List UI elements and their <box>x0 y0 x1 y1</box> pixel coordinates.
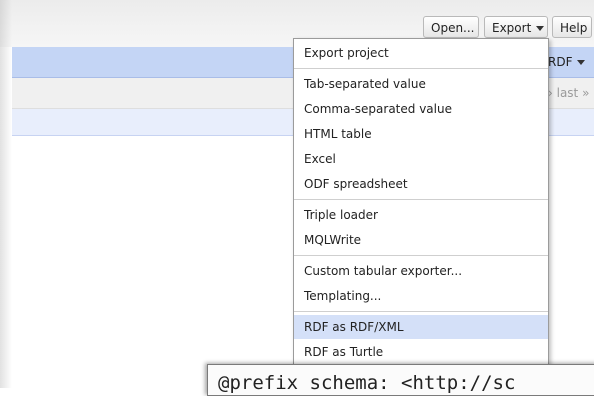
code-preview-text: @prefix schema: <http://sc <box>218 372 516 394</box>
chevron-down-icon <box>577 60 586 65</box>
menu-separator <box>294 311 548 312</box>
export-menu: Export project Tab-separated value Comma… <box>293 38 549 367</box>
chevron-down-icon <box>536 26 545 31</box>
rdf-tab-label: RDF <box>548 55 573 69</box>
last-page-link[interactable]: › last » <box>548 86 589 100</box>
menu-item-excel[interactable]: Excel <box>294 147 548 171</box>
menu-item-triple-loader[interactable]: Triple loader <box>294 203 548 227</box>
open-button[interactable]: Open... <box>423 16 479 38</box>
menu-item-html-table[interactable]: HTML table <box>294 122 548 146</box>
menu-item-rdf-turtle[interactable]: RDF as Turtle <box>294 340 548 364</box>
menu-item-custom-tabular-exporter[interactable]: Custom tabular exporter... <box>294 259 548 283</box>
help-button-label: Help <box>560 21 588 35</box>
menu-separator <box>294 255 548 256</box>
menu-item-mqlwrite[interactable]: MQLWrite <box>294 228 548 252</box>
rdf-tab[interactable]: RDF <box>544 52 586 72</box>
menu-item-csv[interactable]: Comma-separated value <box>294 97 548 121</box>
menu-item-templating[interactable]: Templating... <box>294 284 548 308</box>
open-button-label: Open... <box>431 21 475 35</box>
left-edge-shadow <box>0 0 12 388</box>
menu-item-export-project[interactable]: Export project <box>294 41 548 65</box>
menu-item-odf-spreadsheet[interactable]: ODF spreadsheet <box>294 172 548 196</box>
menu-separator <box>294 68 548 69</box>
menu-item-tsv[interactable]: Tab-separated value <box>294 72 548 96</box>
export-button-label: Export <box>492 21 532 35</box>
export-button[interactable]: Export <box>484 16 548 38</box>
menu-item-rdf-xml[interactable]: RDF as RDF/XML <box>294 315 548 339</box>
help-button[interactable]: Help <box>552 16 592 38</box>
menu-separator <box>294 199 548 200</box>
